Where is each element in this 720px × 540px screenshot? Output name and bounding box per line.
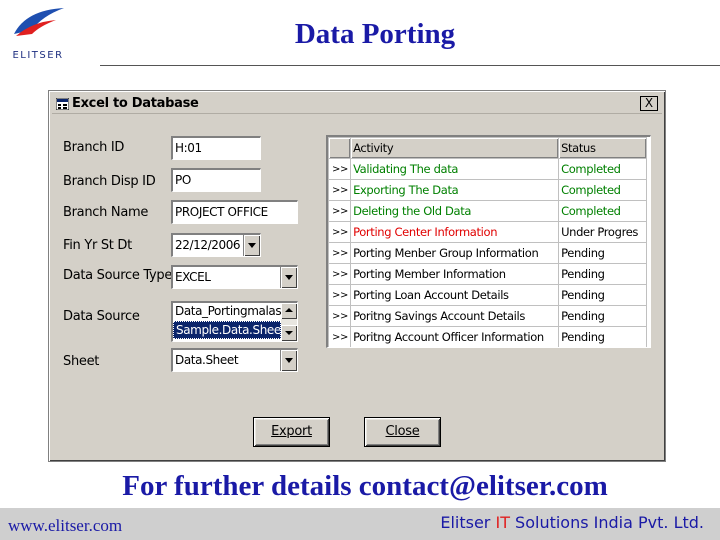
sheet-label: Sheet (63, 354, 100, 369)
row-marker-icon: >> (328, 263, 352, 285)
row-marker-icon: >> (328, 284, 352, 306)
slide-title: Data Porting (294, 18, 456, 50)
grid-row[interactable]: >> Deleting the Old Data Completed (328, 200, 648, 222)
branch-id-label: Branch ID (63, 140, 125, 155)
data-source-type-label: Data Source Type (63, 268, 173, 283)
scroll-up-icon[interactable] (281, 303, 297, 319)
header-divider (100, 65, 720, 66)
footer-company: Elitser IT Solutions India Pvt. Ltd. (440, 513, 704, 532)
fin-yr-st-dt-label: Fin Yr St Dt (63, 238, 132, 253)
status-cell[interactable]: Completed (558, 158, 648, 180)
data-source-item[interactable]: Data_Portingmalas (173, 303, 281, 321)
app-icon (56, 98, 69, 110)
branch-name-label: Branch Name (63, 205, 149, 220)
grid-row[interactable]: >> Poritng Account Officer Information Pen… (328, 326, 648, 347)
export-button[interactable]: Export (253, 417, 330, 447)
data-source-type-select[interactable]: EXCEL (171, 265, 298, 289)
sheet-select[interactable]: Data.Sheet (171, 348, 298, 372)
grid-row[interactable]: >> Porting Member Information Pending (328, 263, 648, 285)
close-button[interactable]: Close (364, 417, 441, 447)
data-source-item-selected[interactable]: Sample.Data.Sheet. (173, 321, 281, 339)
excel-to-database-window: Excel to Database X Branch ID Branch Dis… (48, 90, 666, 462)
grid-header-status[interactable]: Status (558, 137, 648, 159)
grid-row[interactable]: >> Exporting The Data Completed (328, 179, 648, 201)
footer-company-it: IT (495, 513, 510, 532)
close-button-label: Close (385, 424, 420, 439)
window-close-icon[interactable]: X (640, 96, 658, 111)
branch-id-field[interactable]: H:01 (171, 136, 261, 160)
export-button-label: Export (271, 424, 312, 439)
status-cell[interactable]: Completed (558, 179, 648, 201)
activity-cell[interactable]: Poritng Account Officer Information (350, 326, 560, 347)
row-marker-icon: >> (328, 326, 352, 347)
data-source-type-value: EXCEL (175, 270, 211, 284)
status-cell[interactable]: Pending (558, 284, 648, 306)
grid-row[interactable]: >> Poritng Savings Account Details Pending (328, 305, 648, 327)
activity-cell[interactable]: Porting Center Information (350, 221, 560, 243)
status-cell[interactable]: Pending (558, 263, 648, 285)
grid-header-activity[interactable]: Activity (350, 137, 560, 159)
footer-bar: www.elitser.com Elitser IT Solutions Ind… (0, 508, 720, 540)
activity-grid[interactable]: Activity Status >> Validating The data Com… (326, 135, 651, 348)
date-dropdown-icon[interactable] (243, 235, 260, 256)
row-marker-icon: >> (328, 158, 352, 180)
data-source-type-dropdown-icon[interactable] (280, 267, 297, 288)
footer-company-post: Solutions India Pvt. Ltd. (509, 513, 704, 532)
footer-company-pre: Elitser (440, 513, 496, 532)
activity-cell[interactable]: Validating The data (350, 158, 560, 180)
status-cell[interactable]: Pending (558, 326, 648, 347)
grid-row[interactable]: >> Porting Menber Group Information Pendin… (328, 242, 648, 264)
activity-cell[interactable]: Poritng Savings Account Details (350, 305, 560, 327)
status-cell[interactable]: Completed (558, 200, 648, 222)
grid-row[interactable]: >> Porting Loan Account Details Pending (328, 284, 648, 306)
window-title: Excel to Database (72, 96, 199, 111)
footer-url[interactable]: www.elitser.com (8, 516, 122, 536)
branch-disp-id-label: Branch Disp ID (63, 174, 156, 189)
activity-cell[interactable]: Porting Member Information (350, 263, 560, 285)
row-marker-icon: >> (328, 242, 352, 264)
branch-name-field[interactable]: PROJECT OFFICE (171, 200, 298, 224)
activity-cell[interactable]: Porting Menber Group Information (350, 242, 560, 264)
activity-cell[interactable]: Porting Loan Account Details (350, 284, 560, 306)
fin-yr-st-dt-value: 22/12/2006 (175, 238, 241, 252)
status-cell[interactable]: Under Progres (558, 221, 648, 243)
row-marker-icon: >> (328, 305, 352, 327)
row-marker-icon: >> (328, 179, 352, 201)
grid-row[interactable]: >> Porting Center Information Under Progre… (328, 221, 648, 243)
contact-line: For further details contact@elitser.com (122, 470, 608, 502)
grid-header-marker (328, 137, 352, 159)
grid-row[interactable]: >> Validating The data Completed (328, 158, 648, 180)
scroll-down-icon[interactable] (281, 325, 297, 341)
status-cell[interactable]: Pending (558, 242, 648, 264)
branch-disp-id-field[interactable]: PO (171, 168, 261, 192)
sheet-dropdown-icon[interactable] (280, 350, 297, 371)
data-source-label: Data Source (63, 309, 140, 324)
data-source-listbox[interactable]: Data_Portingmalas Sample.Data.Sheet. (171, 301, 298, 342)
data-source-scrollbar[interactable] (281, 303, 297, 341)
row-marker-icon: >> (328, 221, 352, 243)
grid-header-row: Activity Status (328, 137, 648, 159)
status-cell[interactable]: Pending (558, 305, 648, 327)
activity-cell[interactable]: Exporting The Data (350, 179, 560, 201)
activity-cell[interactable]: Deleting the Old Data (350, 200, 560, 222)
window-titlebar[interactable]: Excel to Database X (52, 94, 662, 114)
fin-yr-st-dt-picker[interactable]: 22/12/2006 (171, 233, 261, 257)
sheet-value: Data.Sheet (175, 353, 239, 367)
row-marker-icon: >> (328, 200, 352, 222)
logo-text: ELITSER (12, 50, 63, 61)
